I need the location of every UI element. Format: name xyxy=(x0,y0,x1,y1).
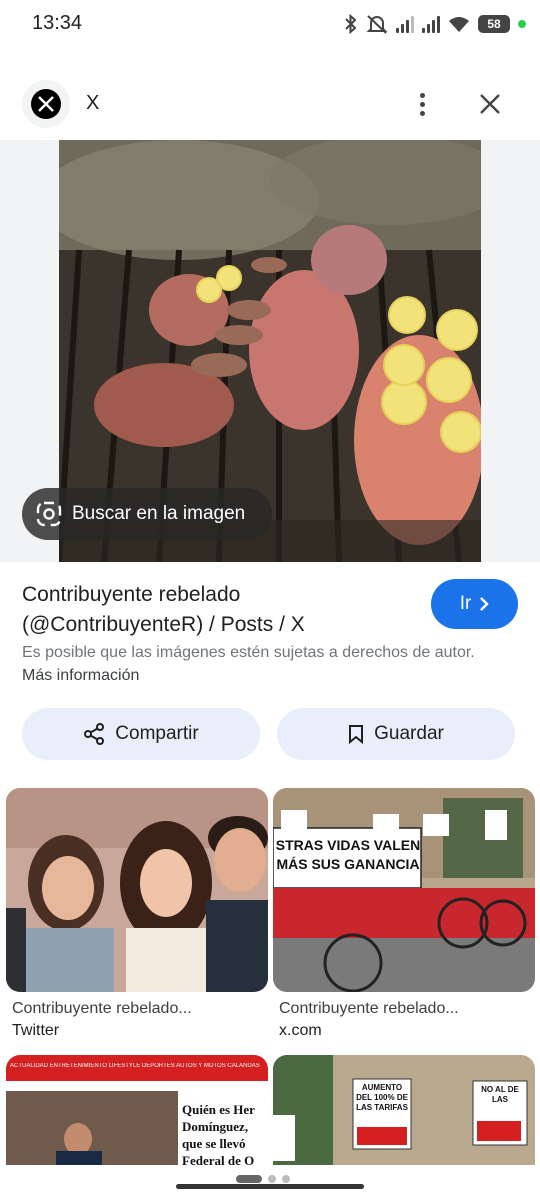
related-thumbnail-news[interactable]: ACTUALIDAD ENTRETENIMIENTO LIFESTYLE DEP… xyxy=(6,1055,268,1165)
go-label: Ir xyxy=(459,593,472,614)
sign-text-2: NO AL DE LAS xyxy=(481,1085,519,1104)
pager-dots xyxy=(236,1175,290,1183)
related-title: Contribuyente rebelado... xyxy=(279,1000,459,1017)
image-preview: Buscar en la imagen xyxy=(0,140,540,562)
status-time: 13:34 xyxy=(32,12,83,34)
result-title[interactable]: Contribuyente rebelado (@ContribuyenteR)… xyxy=(22,580,412,640)
status-icons: 58 xyxy=(344,12,526,36)
related-source: Twitter xyxy=(12,1022,60,1039)
save-button[interactable]: Guardar xyxy=(277,708,515,760)
share-label: Compartir xyxy=(115,723,199,744)
news-headline-text: Quién es Her Domínguez, que se llevó Fed… xyxy=(182,1102,255,1165)
copyright-text: Es posible que las imágenes estén sujeta… xyxy=(22,644,475,661)
home-indicator[interactable] xyxy=(176,1184,364,1189)
copyright-notice: Es posible que las imágenes estén sujeta… xyxy=(22,641,482,687)
close-icon[interactable] xyxy=(470,84,510,124)
bookmark-icon xyxy=(349,725,364,744)
save-label: Guardar xyxy=(374,723,444,744)
protest-banner-text: STRAS VIDAS VALEN MÁS SUS GANANCIA xyxy=(275,837,421,872)
more-options-icon[interactable] xyxy=(404,84,440,124)
signal-2-icon xyxy=(422,15,440,33)
x-logo-icon[interactable] xyxy=(22,80,70,128)
site-name: X xyxy=(86,92,100,114)
mute-icon xyxy=(366,15,388,34)
signal-icon xyxy=(396,15,414,33)
search-in-image-label: Buscar en la imagen xyxy=(72,503,246,524)
news-nav-text: ACTUALIDAD ENTRETENIMIENTO LIFESTYLE DEP… xyxy=(10,1063,260,1069)
go-button[interactable]: Ir xyxy=(431,579,518,629)
related-result-card[interactable]: ACTUALIDAD ENTRETENIMIENTO LIFESTYLE DEP… xyxy=(6,1055,268,1165)
google-lens-icon xyxy=(36,501,62,527)
result-header: X xyxy=(0,78,540,130)
bluetooth-icon xyxy=(345,14,357,34)
share-button[interactable]: Compartir xyxy=(22,708,260,760)
related-result-card[interactable]: AUMENTO DEL 100% DE LAS TARIFAS NO AL DE… xyxy=(273,1055,535,1165)
status-bar: 13:34 58 xyxy=(0,0,540,50)
related-title: Contribuyente rebelado... xyxy=(12,1000,192,1017)
chevron-right-icon xyxy=(480,597,489,611)
privacy-indicator-icon xyxy=(518,20,526,28)
battery-icon: 58 xyxy=(478,15,510,33)
sign-text-1: AUMENTO DEL 100% DE LAS TARIFAS xyxy=(356,1083,408,1112)
related-thumbnail-people[interactable] xyxy=(6,788,268,992)
related-thumbnail-protest[interactable]: STRAS VIDAS VALEN MÁS SUS GANANCIA xyxy=(273,788,535,992)
related-source: x.com xyxy=(279,1022,322,1039)
related-result-card[interactable]: Contribuyente rebelado... Twitter xyxy=(6,788,268,1040)
share-icon xyxy=(84,723,105,745)
wifi-icon xyxy=(449,17,469,32)
more-info-link[interactable]: Más información xyxy=(22,667,139,684)
related-thumbnail-signs[interactable]: AUMENTO DEL 100% DE LAS TARIFAS NO AL DE… xyxy=(273,1055,535,1165)
related-result-card[interactable]: STRAS VIDAS VALEN MÁS SUS GANANCIA Contr… xyxy=(273,788,535,1040)
search-in-image-button[interactable]: Buscar en la imagen xyxy=(22,488,272,540)
